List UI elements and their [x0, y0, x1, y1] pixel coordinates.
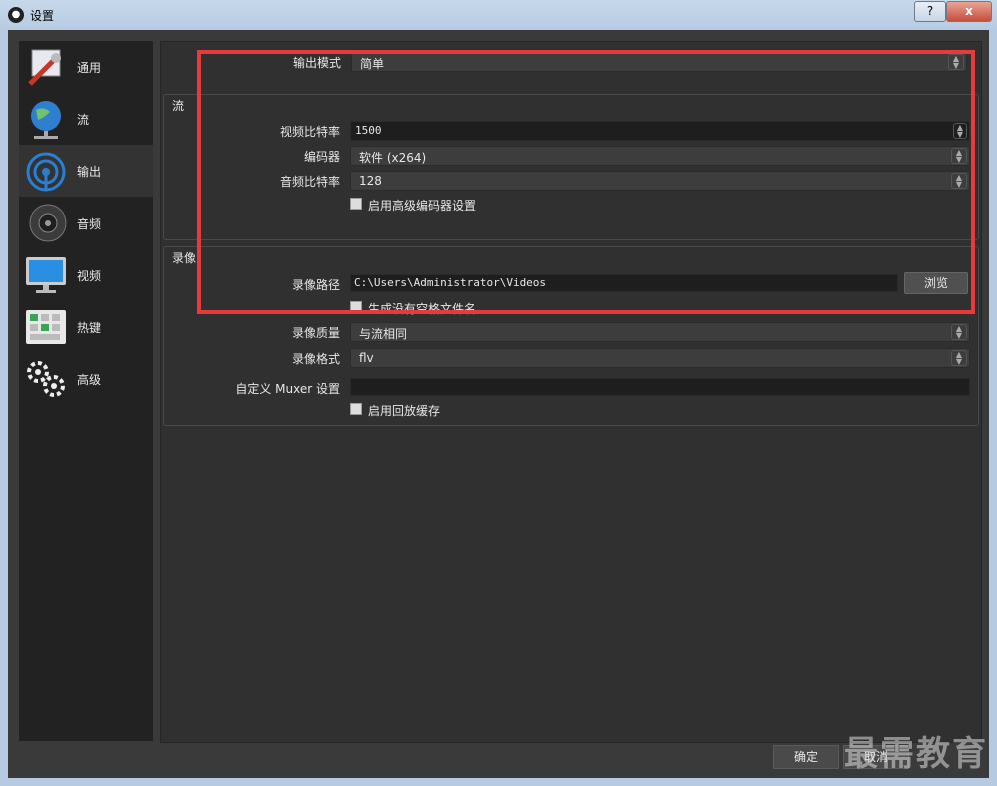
no-space-filename-checkbox[interactable]: 生成没有空格文件名: [350, 300, 550, 316]
replay-buffer-checkbox[interactable]: 启用回放缓存: [350, 402, 550, 418]
speaker-icon: [29, 204, 67, 242]
recording-format-select[interactable]: flv ▲ ▼: [350, 348, 970, 368]
window-frame-bottom: [0, 778, 997, 786]
sidebar-item-advanced[interactable]: 高级: [19, 353, 153, 405]
sidebar-item-label: 输出: [77, 165, 102, 179]
browse-button[interactable]: 浏览: [904, 272, 968, 294]
stream-group: 流 视频比特率 1500 ▲ ▼ 编码器 软件 (x264) ▲ ▼ 音频比特率 1…: [163, 94, 979, 240]
spin-arrows-icon[interactable]: ▲ ▼: [953, 123, 967, 139]
settings-sidebar: 通用 流 输出 音频 视频 热键 高级: [19, 41, 153, 741]
help-button[interactable]: ?: [914, 1, 946, 22]
checkbox-box[interactable]: [350, 301, 362, 313]
close-button[interactable]: x: [946, 1, 992, 22]
sidebar-item-general[interactable]: 通用: [19, 41, 153, 93]
checkbox-box[interactable]: [350, 198, 362, 210]
sidebar-item-label: 热键: [77, 321, 102, 335]
chevron-updown-icon: ▲ ▼: [951, 350, 967, 366]
recording-quality-value: 与流相同: [359, 327, 408, 341]
advanced-encoder-checkbox[interactable]: 启用高级编码器设置: [350, 197, 550, 213]
recording-path-input[interactable]: C:\Users\Administrator\Videos: [350, 274, 898, 292]
chevron-updown-icon: ▲ ▼: [948, 54, 964, 70]
video-bitrate-spinbox[interactable]: 1500 ▲ ▼: [350, 121, 970, 141]
checkbox-box[interactable]: [350, 403, 362, 415]
recording-quality-select[interactable]: 与流相同 ▲ ▼: [350, 322, 970, 342]
recording-format-label: 录像格式: [291, 352, 340, 366]
sidebar-item-label: 视频: [77, 269, 102, 283]
title-bar: ● 设置 ? x: [0, 0, 997, 30]
output-mode-select[interactable]: 简单 ▲ ▼: [351, 52, 967, 72]
chevron-updown-icon: ▲ ▼: [951, 148, 967, 164]
muxer-settings-input[interactable]: [350, 378, 970, 396]
sidebar-item-label: 音频: [77, 217, 102, 231]
window-title: 设置: [30, 9, 55, 23]
window-frame-right: [989, 30, 997, 786]
gears-icon: [27, 361, 65, 397]
wrench-icon: [28, 49, 61, 86]
stream-group-title: 流: [172, 99, 185, 113]
recording-group: 录像 录像路径 C:\Users\Administrator\Videos 浏览…: [163, 246, 979, 426]
encoder-label: 编码器: [303, 150, 340, 164]
sidebar-item-output[interactable]: 输出: [19, 145, 153, 197]
sidebar-item-label: 高级: [77, 373, 102, 387]
obs-app-icon: ●: [8, 7, 24, 23]
video-bitrate-label: 视频比特率: [279, 125, 340, 139]
chevron-updown-icon: ▲ ▼: [951, 173, 967, 189]
recording-path-value: C:\Users\Administrator\Videos: [354, 276, 547, 289]
sidebar-item-video[interactable]: 视频: [19, 249, 153, 301]
recording-quality-label: 录像质量: [291, 326, 340, 340]
globe-icon: [31, 101, 61, 139]
sidebar-item-label: 流: [77, 113, 90, 127]
encoder-select[interactable]: 软件 (x264) ▲ ▼: [350, 146, 970, 166]
sidebar-item-hotkeys[interactable]: 热键: [19, 301, 153, 353]
output-mode-label: 输出模式: [292, 56, 341, 70]
ok-button[interactable]: 确定: [773, 745, 839, 769]
settings-client-area: 通用 流 输出 音频 视频 热键 高级 输出模式 简单 ▲ ▼ 流 视频比特率 …: [8, 30, 989, 778]
muxer-settings-label: 自定义 Muxer 设置: [235, 382, 340, 396]
output-settings-panel: 输出模式 简单 ▲ ▼ 流 视频比特率 1500 ▲ ▼ 编码器 软件 (x264)…: [160, 41, 982, 743]
no-space-filename-label: 生成没有空格文件名: [368, 302, 477, 316]
window-frame-left: [0, 30, 8, 786]
keyboard-icon: [26, 310, 66, 344]
advanced-encoder-label: 启用高级编码器设置: [368, 199, 477, 213]
chevron-updown-icon: ▲ ▼: [951, 324, 967, 340]
recording-group-title: 录像: [172, 251, 197, 265]
audio-bitrate-label: 音频比特率: [279, 175, 340, 189]
output-mode-value: 简单: [360, 57, 385, 71]
sidebar-item-audio[interactable]: 音频: [19, 197, 153, 249]
watermark-text: 最需教育: [844, 734, 988, 774]
replay-buffer-label: 启用回放缓存: [368, 404, 441, 418]
encoder-value: 软件 (x264): [359, 151, 427, 165]
recording-format-value: flv: [359, 351, 374, 365]
recording-path-label: 录像路径: [291, 278, 340, 292]
monitor-icon: [26, 257, 66, 293]
broadcast-icon: [26, 152, 66, 192]
video-bitrate-value: 1500: [355, 124, 382, 137]
sidebar-item-stream[interactable]: 流: [19, 93, 153, 145]
audio-bitrate-select[interactable]: 128 ▲ ▼: [350, 171, 970, 191]
sidebar-item-label: 通用: [77, 61, 102, 75]
audio-bitrate-value: 128: [359, 174, 382, 188]
